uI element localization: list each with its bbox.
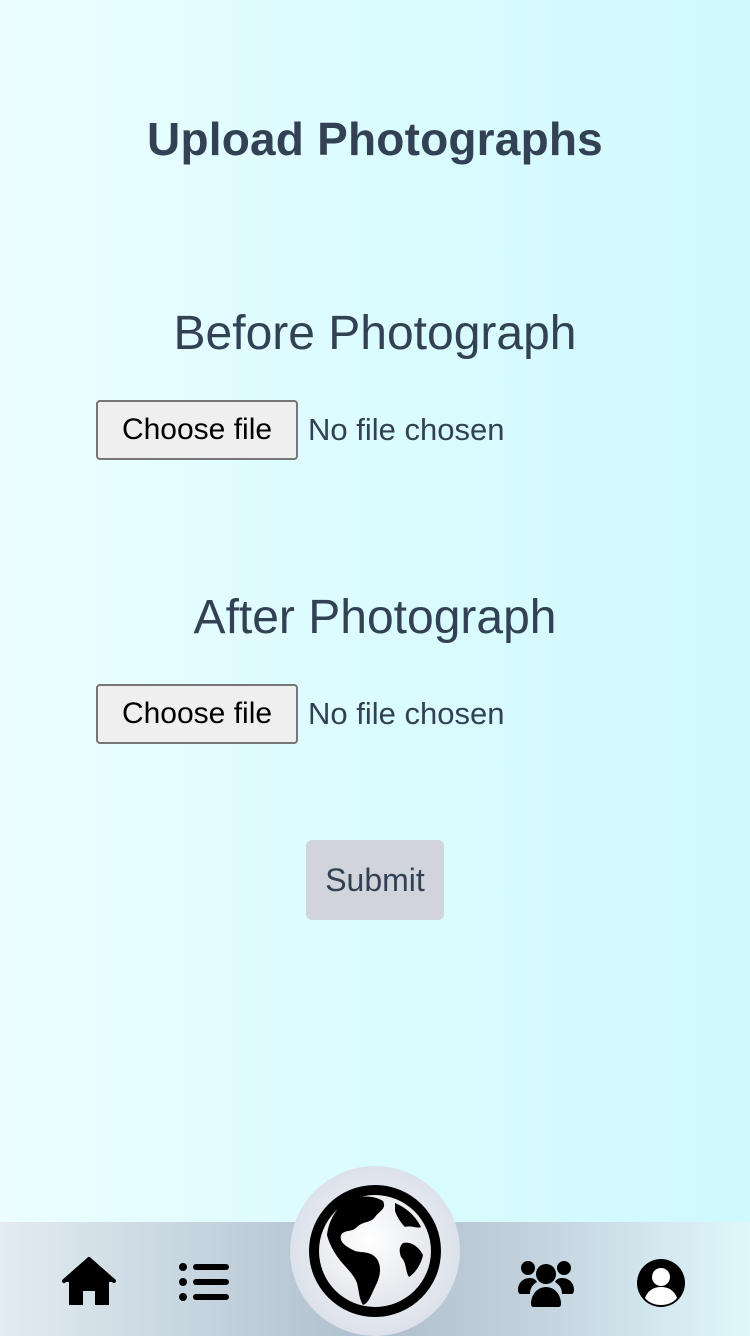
users-icon [518, 1261, 574, 1307]
nav-globe-button[interactable] [290, 1166, 460, 1336]
after-file-input[interactable]: Choose file No file chosen [96, 684, 504, 744]
user-circle-icon [637, 1259, 685, 1307]
after-file-status: No file chosen [308, 696, 505, 731]
page-title: Upload Photographs [147, 113, 603, 165]
nav-profile-button[interactable] [636, 1258, 686, 1308]
before-file-input[interactable]: Choose file No file chosen [96, 400, 504, 460]
before-file-status: No file chosen [308, 412, 505, 447]
before-choose-file-button[interactable]: Choose file [96, 400, 298, 460]
nav-community-button[interactable] [518, 1258, 574, 1308]
home-icon [62, 1257, 116, 1305]
submit-button[interactable]: Submit [306, 840, 444, 920]
after-choose-file-button[interactable]: Choose file [96, 684, 298, 744]
after-photograph-heading: After Photograph [193, 591, 557, 644]
nav-list-button[interactable] [178, 1262, 230, 1302]
list-icon [179, 1263, 229, 1301]
globe-icon [309, 1185, 441, 1317]
nav-home-button[interactable] [62, 1256, 116, 1308]
before-photograph-heading: Before Photograph [173, 307, 577, 360]
